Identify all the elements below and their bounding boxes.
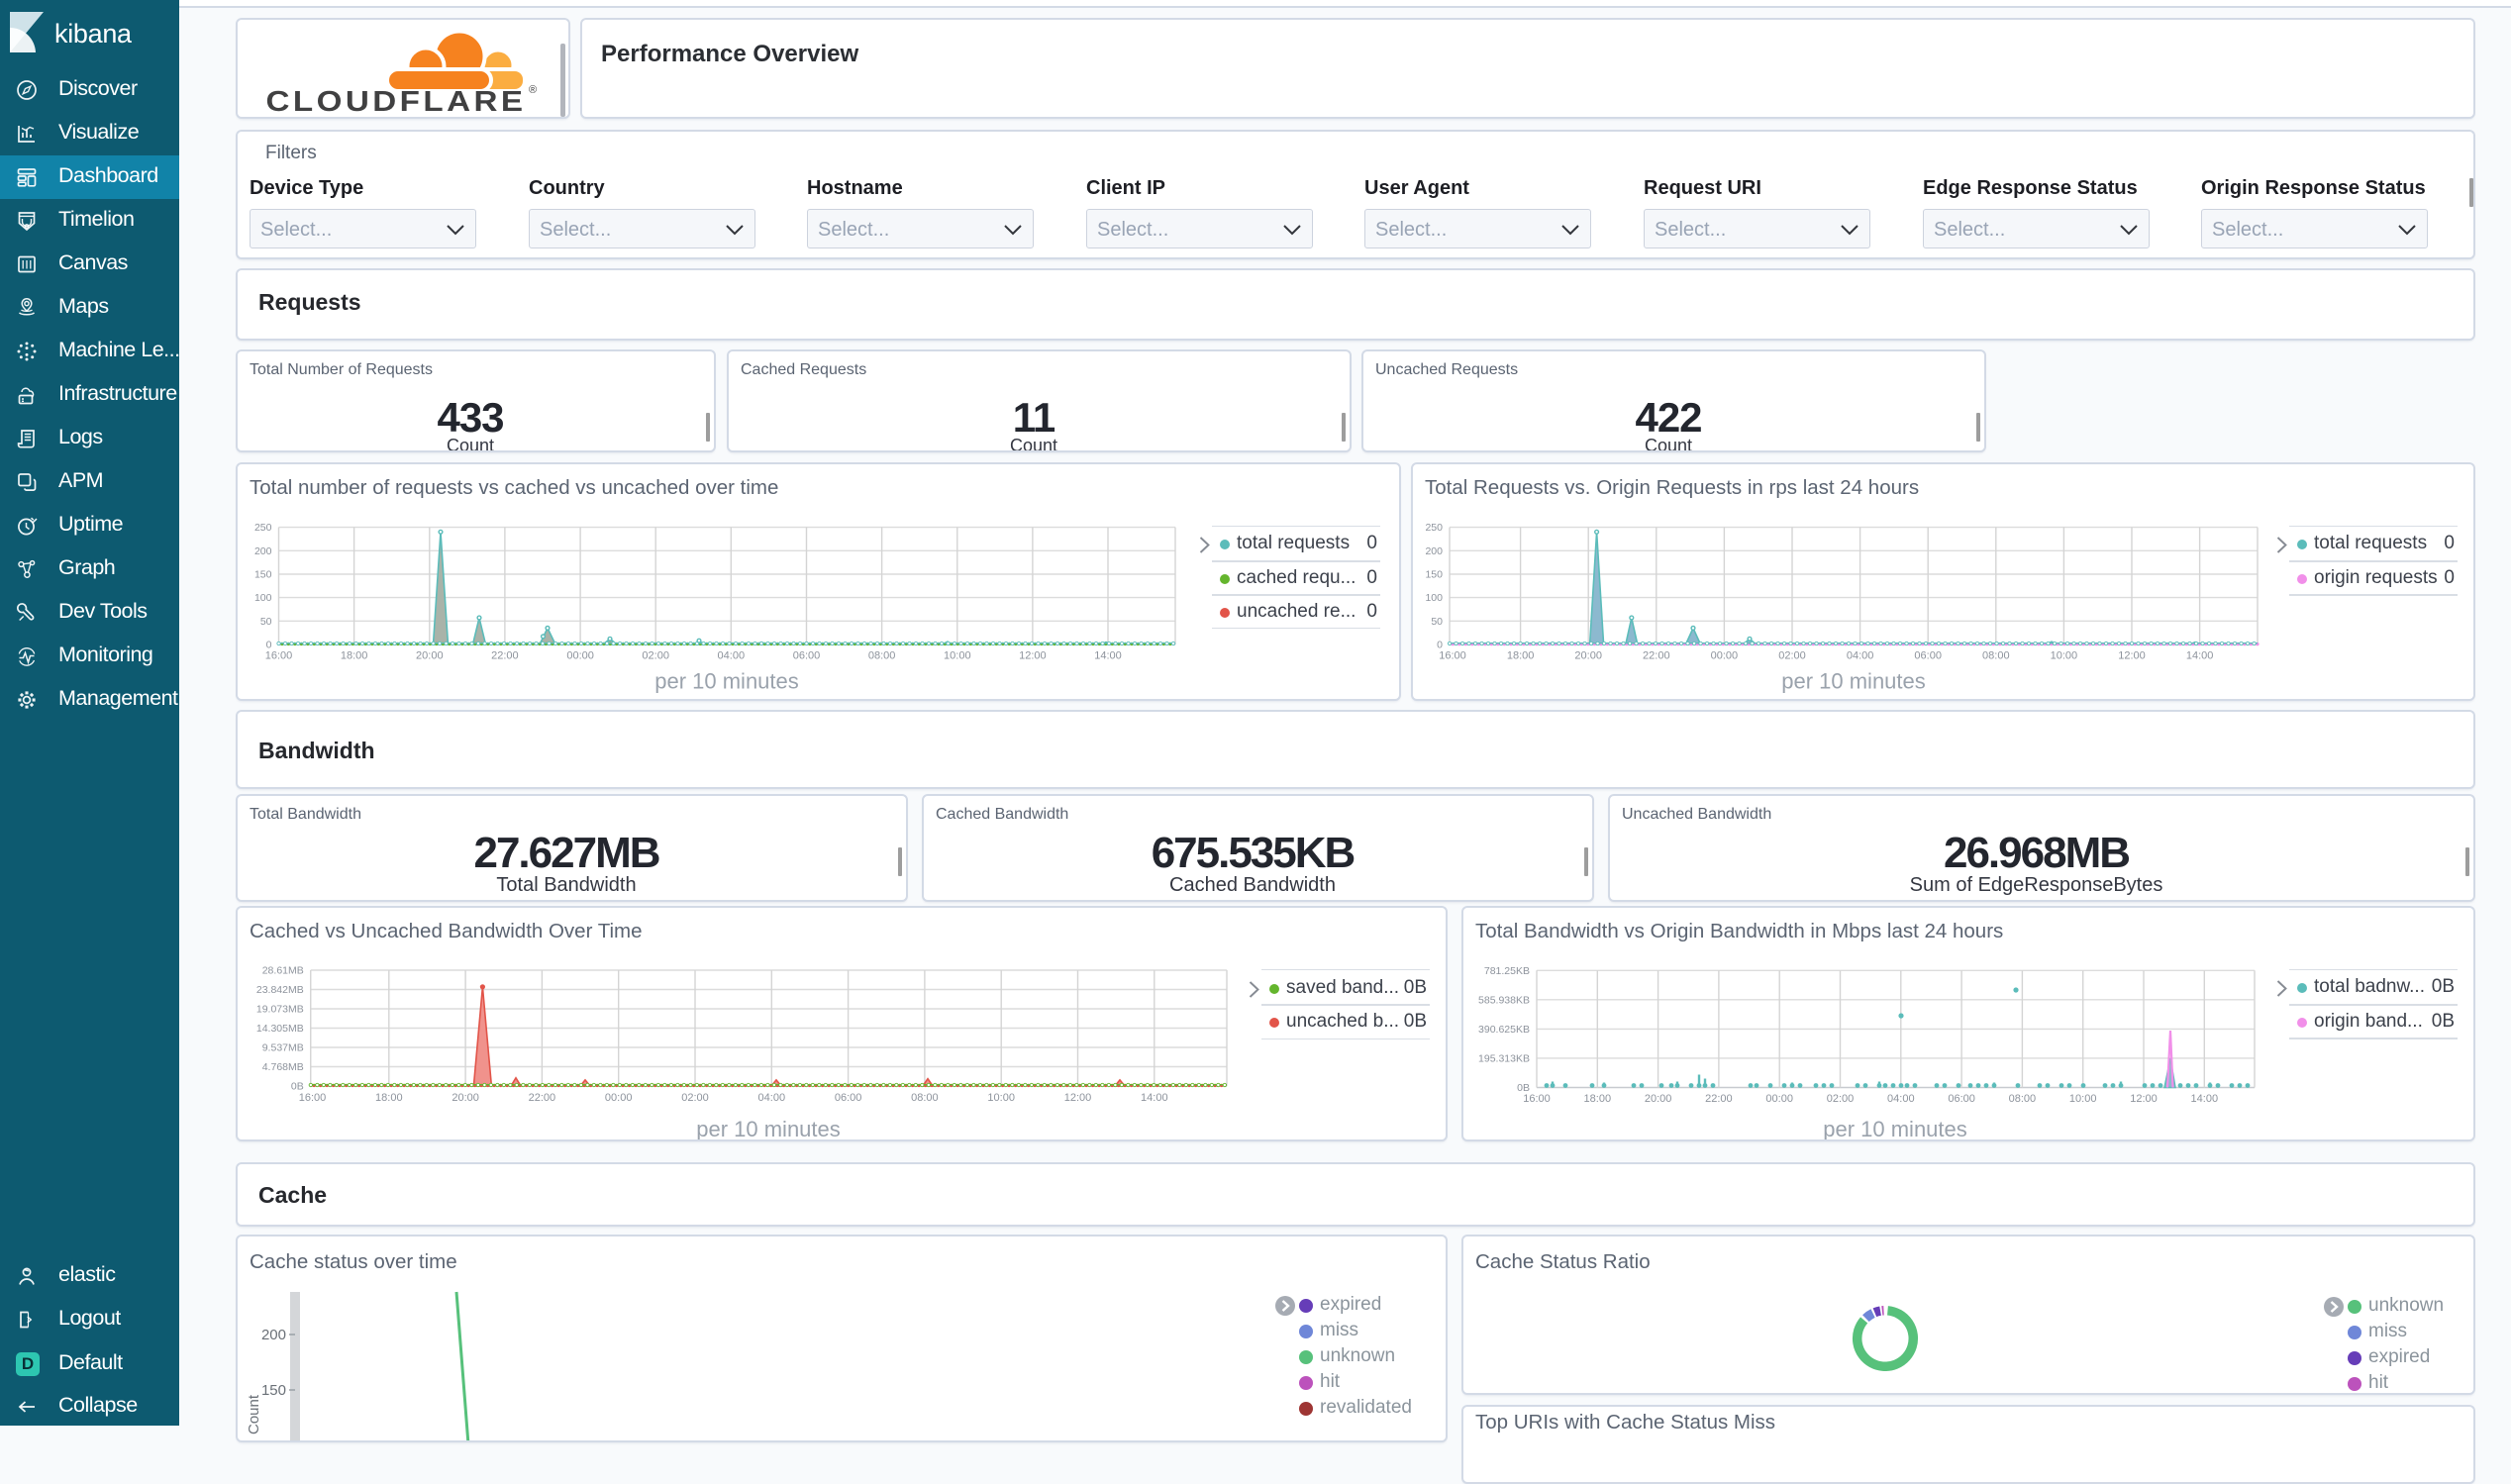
svg-text:20:00: 20:00	[416, 650, 444, 662]
svg-text:02:00: 02:00	[642, 650, 669, 662]
svg-text:14:00: 14:00	[2191, 1093, 2219, 1105]
svg-text:22:00: 22:00	[491, 650, 519, 662]
svg-text:50: 50	[1431, 616, 1443, 628]
svg-text:12:00: 12:00	[1019, 650, 1047, 662]
svg-text:12:00: 12:00	[2118, 650, 2146, 662]
svg-text:20:00: 20:00	[1645, 1093, 1672, 1105]
svg-text:per 10 minutes: per 10 minutes	[1823, 1117, 1967, 1141]
svg-text:250: 250	[254, 522, 272, 534]
svg-text:per 10 minutes: per 10 minutes	[654, 669, 799, 694]
svg-text:08:00: 08:00	[868, 650, 896, 662]
svg-text:50: 50	[260, 616, 272, 628]
svg-text:18:00: 18:00	[375, 1092, 403, 1104]
svg-text:02:00: 02:00	[681, 1092, 709, 1104]
svg-text:200: 200	[254, 545, 272, 557]
svg-text:00:00: 00:00	[566, 650, 594, 662]
svg-text:10:00: 10:00	[2051, 650, 2078, 662]
svg-text:04:00: 04:00	[758, 1092, 786, 1104]
svg-text:per 10 minutes: per 10 minutes	[1781, 669, 1926, 694]
svg-text:02:00: 02:00	[1778, 650, 1806, 662]
svg-text:20:00: 20:00	[1574, 650, 1602, 662]
svg-text:16:00: 16:00	[1439, 650, 1466, 662]
svg-text:250: 250	[1425, 522, 1443, 534]
svg-text:390.625KB: 390.625KB	[1478, 1024, 1530, 1036]
svg-text:08:00: 08:00	[2009, 1093, 2037, 1105]
svg-text:150: 150	[254, 569, 272, 581]
svg-text:195.313KB: 195.313KB	[1478, 1052, 1530, 1064]
svg-text:150: 150	[1425, 569, 1443, 581]
svg-text:14:00: 14:00	[2186, 650, 2214, 662]
svg-text:22:00: 22:00	[1705, 1093, 1733, 1105]
svg-text:04:00: 04:00	[718, 650, 746, 662]
svg-text:00:00: 00:00	[1711, 650, 1739, 662]
svg-text:200: 200	[1425, 545, 1443, 557]
svg-text:CLOUDFLARE: CLOUDFLARE	[266, 86, 527, 117]
svg-text:Count: Count	[246, 1394, 262, 1435]
svg-text:04:00: 04:00	[1847, 650, 1874, 662]
svg-text:08:00: 08:00	[1982, 650, 2010, 662]
svg-text:4.768MB: 4.768MB	[262, 1061, 304, 1073]
svg-text:16:00: 16:00	[1523, 1093, 1551, 1105]
svg-text:16:00: 16:00	[265, 650, 293, 662]
svg-text:08:00: 08:00	[911, 1092, 939, 1104]
svg-text:19.073MB: 19.073MB	[256, 1004, 304, 1016]
svg-text:100: 100	[1425, 592, 1443, 604]
svg-text:14.305MB: 14.305MB	[256, 1023, 304, 1035]
svg-text:0: 0	[266, 640, 272, 651]
svg-text:06:00: 06:00	[793, 650, 821, 662]
svg-text:06:00: 06:00	[1948, 1093, 1975, 1105]
svg-text:02:00: 02:00	[1827, 1093, 1855, 1105]
svg-text:200: 200	[261, 1327, 286, 1343]
svg-text:18:00: 18:00	[1507, 650, 1535, 662]
svg-text:22:00: 22:00	[529, 1092, 556, 1104]
svg-text:18:00: 18:00	[1584, 1093, 1612, 1105]
svg-text:0B: 0B	[1517, 1082, 1530, 1094]
svg-text:585.938KB: 585.938KB	[1478, 994, 1530, 1006]
svg-text:06:00: 06:00	[1914, 650, 1942, 662]
svg-text:12:00: 12:00	[1064, 1092, 1092, 1104]
svg-text:10:00: 10:00	[987, 1092, 1015, 1104]
svg-text:per 10 minutes: per 10 minutes	[696, 1117, 841, 1141]
svg-text:0: 0	[1437, 640, 1443, 651]
svg-text:10:00: 10:00	[2069, 1093, 2097, 1105]
svg-text:150: 150	[261, 1382, 286, 1399]
svg-text:14:00: 14:00	[1141, 1092, 1168, 1104]
svg-text:23.842MB: 23.842MB	[256, 984, 304, 996]
svg-text:0B: 0B	[291, 1081, 304, 1093]
svg-text:22:00: 22:00	[1643, 650, 1670, 662]
svg-text:06:00: 06:00	[835, 1092, 862, 1104]
svg-text:®: ®	[529, 84, 537, 96]
svg-text:12:00: 12:00	[2130, 1093, 2158, 1105]
svg-text:00:00: 00:00	[1765, 1093, 1793, 1105]
svg-text:28.61MB: 28.61MB	[262, 965, 304, 977]
svg-text:18:00: 18:00	[341, 650, 368, 662]
svg-text:20:00: 20:00	[452, 1092, 479, 1104]
svg-text:10:00: 10:00	[944, 650, 971, 662]
svg-text:00:00: 00:00	[605, 1092, 633, 1104]
svg-text:9.537MB: 9.537MB	[262, 1042, 304, 1054]
svg-text:14:00: 14:00	[1094, 650, 1122, 662]
svg-text:781.25KB: 781.25KB	[1484, 965, 1530, 977]
svg-text:16:00: 16:00	[299, 1092, 327, 1104]
svg-text:100: 100	[254, 592, 272, 604]
svg-text:04:00: 04:00	[1887, 1093, 1915, 1105]
